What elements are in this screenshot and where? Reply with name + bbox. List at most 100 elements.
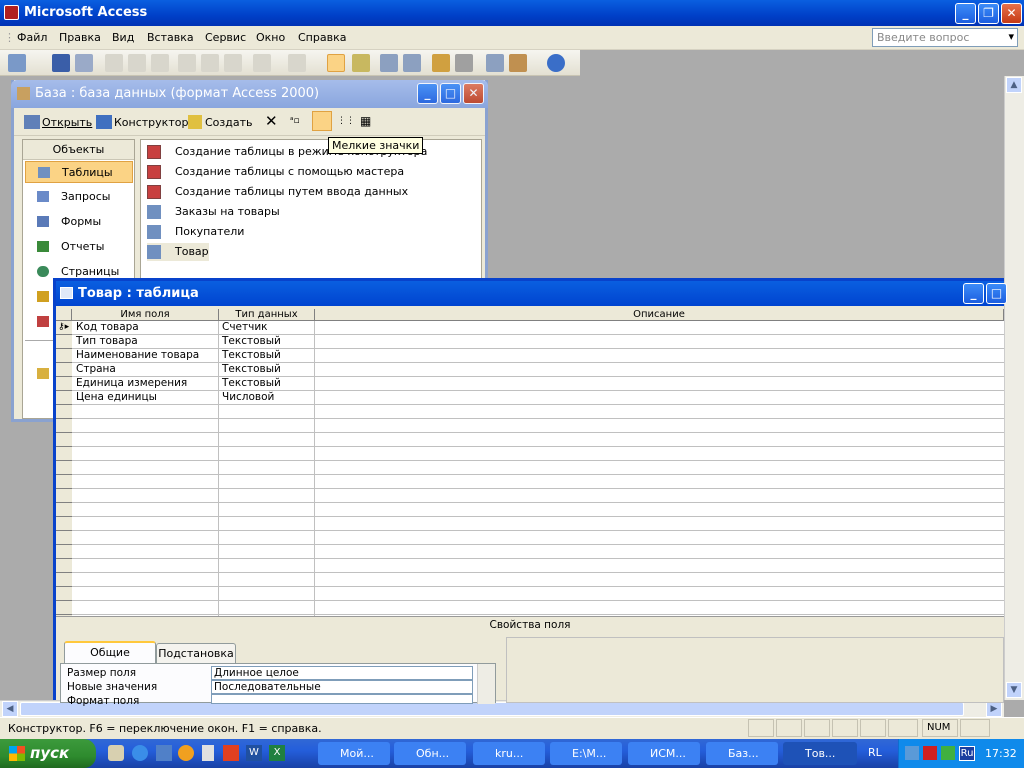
properties-icon[interactable] (432, 54, 450, 72)
table-minimize-button[interactable]: _ (963, 283, 984, 304)
property-value[interactable] (211, 694, 473, 704)
restore-button[interactable]: ❐ (978, 3, 999, 24)
start-button[interactable]: пуск (0, 739, 96, 768)
primary-key-icon[interactable] (327, 54, 345, 72)
menu-file[interactable]: Файл (17, 31, 47, 44)
view-icon[interactable] (8, 54, 26, 72)
scroll-left-icon[interactable]: ◀ (2, 701, 18, 717)
preview-icon[interactable] (128, 54, 146, 72)
save-icon[interactable] (52, 54, 70, 72)
language-indicator[interactable]: RL (868, 746, 882, 759)
language-bar-icon[interactable]: Ru (959, 746, 975, 761)
design-button[interactable]: Конструктор (114, 116, 188, 129)
word-icon[interactable]: W (246, 745, 262, 761)
menu-insert[interactable]: Вставка (147, 31, 194, 44)
field-type[interactable]: Числовой (222, 391, 274, 404)
field-type[interactable]: Текстовый (222, 363, 281, 376)
object-queries[interactable]: Запросы (25, 186, 133, 208)
minimize-button[interactable]: _ (955, 3, 976, 24)
build-icon[interactable] (455, 54, 473, 72)
tab-general[interactable]: Общие (64, 641, 156, 664)
menu-help[interactable]: Справка (298, 31, 346, 44)
object-reports[interactable]: Отчеты (25, 236, 133, 258)
menu-edit[interactable]: Правка (59, 31, 101, 44)
field-type[interactable]: Текстовый (222, 335, 281, 348)
db-minimize-button[interactable]: _ (417, 83, 438, 104)
task-database[interactable]: Баз... (706, 742, 778, 765)
list-item[interactable]: Создание таблицы путем ввода данных (147, 183, 408, 201)
document-icon[interactable] (202, 745, 214, 761)
ask-question-input[interactable]: Введите вопрос (872, 28, 1018, 47)
menu-window[interactable]: Окно (256, 31, 285, 44)
menu-view[interactable]: Вид (112, 31, 134, 44)
field-name[interactable]: Страна (76, 363, 116, 376)
list-item[interactable]: Покупатели (147, 223, 244, 241)
close-button[interactable]: ✕ (1001, 3, 1022, 24)
property-value[interactable]: Последовательные (211, 680, 473, 694)
field-name[interactable]: Цена единицы (76, 391, 157, 404)
property-value[interactable]: Длинное целое (211, 666, 473, 680)
open-button[interactable]: Открыть (42, 116, 92, 129)
field-name[interactable]: Единица измерения (76, 377, 187, 390)
search-icon[interactable] (75, 54, 93, 72)
col-header-type[interactable]: Тип данных (219, 309, 315, 321)
delete-icon[interactable]: ✕ (265, 112, 278, 130)
app-icon[interactable] (223, 745, 239, 761)
list-item[interactable]: Создание таблицы с помощью мастера (147, 163, 404, 181)
explorer-icon[interactable] (156, 745, 172, 761)
create-button[interactable]: Создать (205, 116, 253, 129)
print-icon[interactable] (105, 54, 123, 72)
object-tables[interactable]: Таблицы (25, 161, 133, 183)
database-window-icon[interactable] (486, 54, 504, 72)
excel-icon[interactable]: X (269, 745, 285, 761)
tab-lookup[interactable]: Подстановка (156, 643, 236, 663)
task-kru[interactable]: kru... (473, 742, 545, 765)
media-icon[interactable] (178, 745, 194, 761)
delete-rows-icon[interactable] (403, 54, 421, 72)
scroll-up-icon[interactable]: ▲ (1006, 77, 1022, 93)
task-folder[interactable]: E:\М... (550, 742, 622, 765)
list-icon[interactable]: ⋮⋮ (337, 116, 355, 126)
details-icon[interactable]: ▦ (360, 114, 371, 128)
table-maximize-button[interactable]: □ (986, 283, 1007, 304)
db-close-button[interactable]: ✕ (463, 83, 484, 104)
spell-icon[interactable] (151, 54, 169, 72)
hscroll-thumb[interactable] (20, 702, 964, 716)
ie-icon[interactable] (132, 745, 148, 761)
field-name[interactable]: Код товара (76, 321, 139, 334)
indexes-icon[interactable] (352, 54, 370, 72)
field-type[interactable]: Счетчик (222, 321, 267, 334)
large-icons-icon[interactable]: ᵃ▫ (290, 116, 300, 126)
small-icons-icon[interactable] (312, 111, 332, 131)
field-type[interactable]: Текстовый (222, 377, 281, 390)
new-object-icon[interactable] (509, 54, 527, 72)
redo-icon[interactable] (288, 54, 306, 72)
field-name[interactable]: Тип товара (76, 335, 138, 348)
task-document[interactable]: ИСМ... (628, 742, 700, 765)
insert-rows-icon[interactable] (380, 54, 398, 72)
copy-icon[interactable] (201, 54, 219, 72)
task-table[interactable]: Тов... (783, 742, 857, 765)
undo-icon[interactable] (253, 54, 271, 72)
tray-app-icon[interactable] (941, 746, 955, 760)
vertical-scrollbar[interactable]: ▲ ▼ (1004, 76, 1024, 700)
task-update[interactable]: Обн... (394, 742, 466, 765)
list-item[interactable]: Заказы на товары (147, 203, 280, 221)
scroll-right-icon[interactable]: ▶ (986, 701, 1002, 717)
menu-tools[interactable]: Сервис (205, 31, 246, 44)
props-scrollbar[interactable] (477, 664, 495, 704)
field-type[interactable]: Текстовый (222, 349, 281, 362)
cut-icon[interactable] (178, 54, 196, 72)
antivirus-icon[interactable] (923, 746, 937, 760)
desktop-icon[interactable] (108, 745, 124, 761)
col-header-name[interactable]: Имя поля (72, 309, 219, 321)
field-name[interactable]: Наименование товара (76, 349, 199, 362)
col-header-description[interactable]: Описание (315, 309, 1004, 321)
task-my-computer[interactable]: Мой... (318, 742, 390, 765)
list-item[interactable]: Товар (147, 243, 209, 261)
object-forms[interactable]: Формы (25, 211, 133, 233)
paste-icon[interactable] (224, 54, 242, 72)
row-selectors[interactable] (56, 321, 72, 616)
scroll-down-icon[interactable]: ▼ (1006, 682, 1022, 698)
db-maximize-button[interactable]: □ (440, 83, 461, 104)
